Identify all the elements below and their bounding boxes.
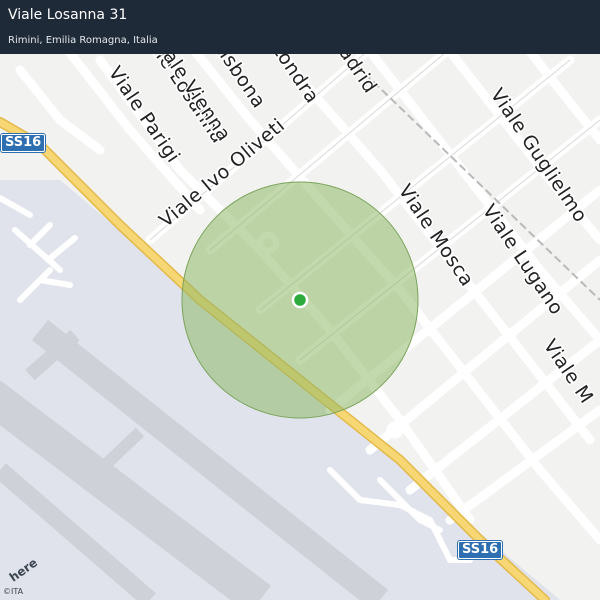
map-canvas[interactable]: Viale Losanna Viale Lisbona Viale Londra… [0, 0, 600, 600]
address-subtitle: Rimini, Emilia Romagna, Italia [8, 35, 158, 46]
location-marker[interactable] [291, 291, 309, 309]
highway-shield-ss16: SS16 [1, 134, 46, 152]
highway-shield-ss16: SS16 [458, 541, 503, 559]
street-label: Viale Lugano [478, 200, 568, 319]
address-title: Viale Losanna 31 [8, 7, 128, 23]
location-header: Viale Losanna 31 Rimini, Emilia Romagna,… [0, 0, 600, 54]
map-copyright: ©ITA [3, 587, 24, 596]
